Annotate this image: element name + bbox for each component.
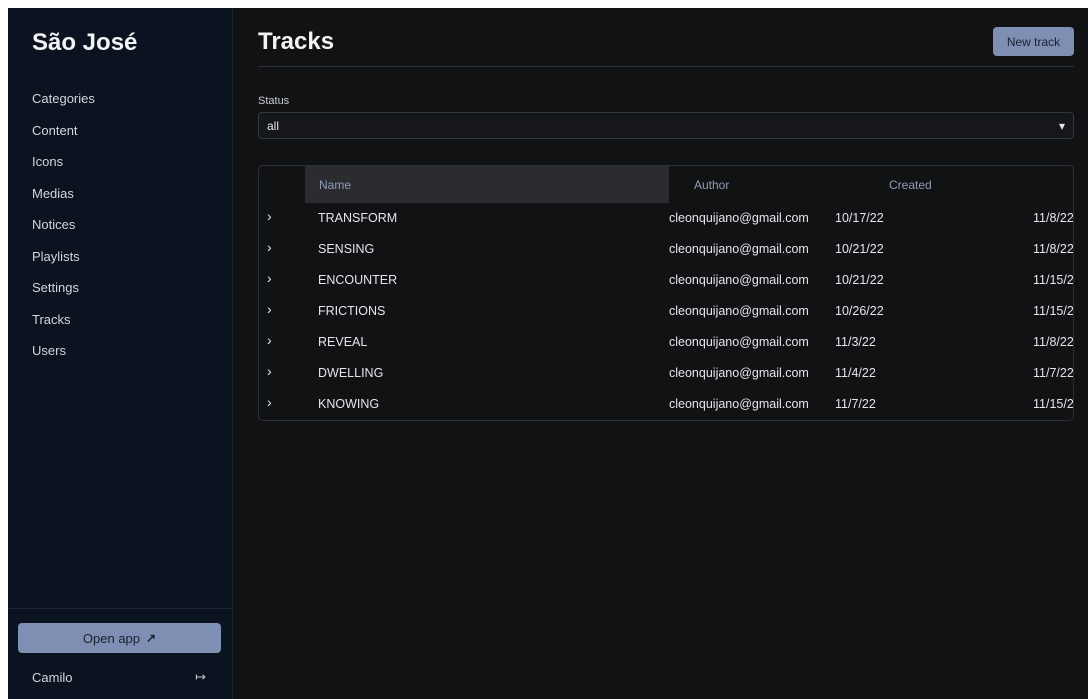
track-created: 10/26/22 [835, 304, 884, 318]
chevron-right-icon[interactable]: › [267, 332, 272, 348]
track-name: KNOWING [318, 397, 380, 411]
sidebar-item-settings[interactable]: Settings [32, 277, 232, 309]
user-name: Camilo [32, 669, 73, 685]
table-row[interactable]: › TRANSFORM cleonquijano@gmail.com 10/17… [259, 203, 1073, 234]
track-author: cleonquijano@gmail.com [669, 304, 809, 318]
track-name: ENCOUNTER [318, 273, 398, 287]
track-updated: 11/8/22 [1033, 242, 1074, 256]
track-author: cleonquijano@gmail.com [669, 335, 809, 349]
track-name: FRICTIONS [318, 304, 386, 318]
sidebar-item-categories[interactable]: Categories [32, 88, 232, 120]
track-name: SENSING [318, 242, 375, 256]
track-name: REVEAL [318, 335, 368, 349]
logout-icon[interactable]: ↦ [195, 669, 206, 685]
sidebar-item-medias[interactable]: Medias [32, 183, 232, 215]
sidebar-nav: Categories Content Icons Medias Notices … [8, 88, 232, 372]
open-app-label: Open app [82, 630, 141, 646]
track-name: DWELLING [318, 366, 384, 380]
sidebar-item-playlists[interactable]: Playlists [32, 246, 232, 278]
tracks-table: Name Author Created › TRANSFORM cleonqui… [258, 165, 1074, 421]
table-row[interactable]: › KNOWING cleonquijano@gmail.com 11/7/22… [259, 389, 1073, 420]
track-created: 10/21/22 [835, 273, 884, 287]
track-author: cleonquijano@gmail.com [669, 242, 809, 256]
sidebar-item-content[interactable]: Content [32, 120, 232, 152]
app-window: São José Categories Content Icons Medias… [8, 8, 1088, 699]
sidebar-footer: Open app ↗ Camilo ↦ [8, 608, 232, 699]
status-select[interactable]: all ▾ [258, 112, 1074, 139]
external-link-icon: ↗ [146, 631, 157, 645]
track-updated: 11/15/2 [1033, 397, 1074, 411]
track-created: 11/3/22 [835, 335, 876, 349]
chevron-right-icon[interactable]: › [267, 208, 272, 224]
sidebar: São José Categories Content Icons Medias… [8, 8, 233, 699]
status-label: Status [258, 95, 290, 107]
main-content: Tracks New track Status all ▾ Name Autho… [233, 8, 1088, 699]
chevron-right-icon[interactable]: › [267, 239, 272, 255]
chevron-down-icon: ▾ [1058, 118, 1065, 133]
track-created: 11/7/22 [835, 397, 876, 411]
track-author: cleonquijano@gmail.com [669, 397, 809, 411]
user-row: Camilo ↦ [32, 669, 206, 685]
sidebar-item-users[interactable]: Users [32, 340, 232, 372]
chevron-right-icon[interactable]: › [267, 270, 272, 286]
track-updated: 11/15/2 [1033, 273, 1074, 287]
sidebar-item-notices[interactable]: Notices [32, 214, 232, 246]
track-updated: 11/8/22 [1033, 335, 1074, 349]
table-row[interactable]: › FRICTIONS cleonquijano@gmail.com 10/26… [259, 296, 1073, 327]
track-created: 11/4/22 [835, 366, 876, 380]
table-header: Name Author Created [259, 166, 1073, 203]
brand-title: São José [32, 29, 138, 56]
new-track-button[interactable]: New track [993, 27, 1074, 56]
sidebar-item-tracks[interactable]: Tracks [32, 309, 232, 341]
page-header: Tracks New track [258, 8, 1074, 67]
table-row[interactable]: › REVEAL cleonquijano@gmail.com 11/3/22 … [259, 327, 1073, 358]
chevron-right-icon[interactable]: › [267, 363, 272, 379]
track-author: cleonquijano@gmail.com [669, 211, 809, 225]
column-header-author[interactable]: Author [694, 178, 729, 192]
column-header-name[interactable]: Name [305, 166, 669, 203]
track-updated: 11/15/2 [1033, 304, 1074, 318]
chevron-right-icon[interactable]: › [267, 394, 272, 410]
status-select-value: all [267, 118, 280, 133]
table-row[interactable]: › SENSING cleonquijano@gmail.com 10/21/2… [259, 234, 1073, 265]
sidebar-item-icons[interactable]: Icons [32, 151, 232, 183]
page-title: Tracks [258, 28, 335, 55]
table-row[interactable]: › ENCOUNTER cleonquijano@gmail.com 10/21… [259, 265, 1073, 296]
open-app-button[interactable]: Open app ↗ [18, 623, 221, 653]
table-row[interactable]: › DWELLING cleonquijano@gmail.com 11/4/2… [259, 358, 1073, 389]
column-header-created[interactable]: Created [889, 178, 932, 192]
chevron-right-icon[interactable]: › [267, 301, 272, 317]
track-created: 10/21/22 [835, 242, 884, 256]
track-created: 10/17/22 [835, 211, 884, 225]
track-author: cleonquijano@gmail.com [669, 366, 809, 380]
track-author: cleonquijano@gmail.com [669, 273, 809, 287]
track-name: TRANSFORM [318, 211, 398, 225]
track-updated: 11/8/22 [1033, 211, 1074, 225]
track-updated: 11/7/22 [1033, 366, 1074, 380]
